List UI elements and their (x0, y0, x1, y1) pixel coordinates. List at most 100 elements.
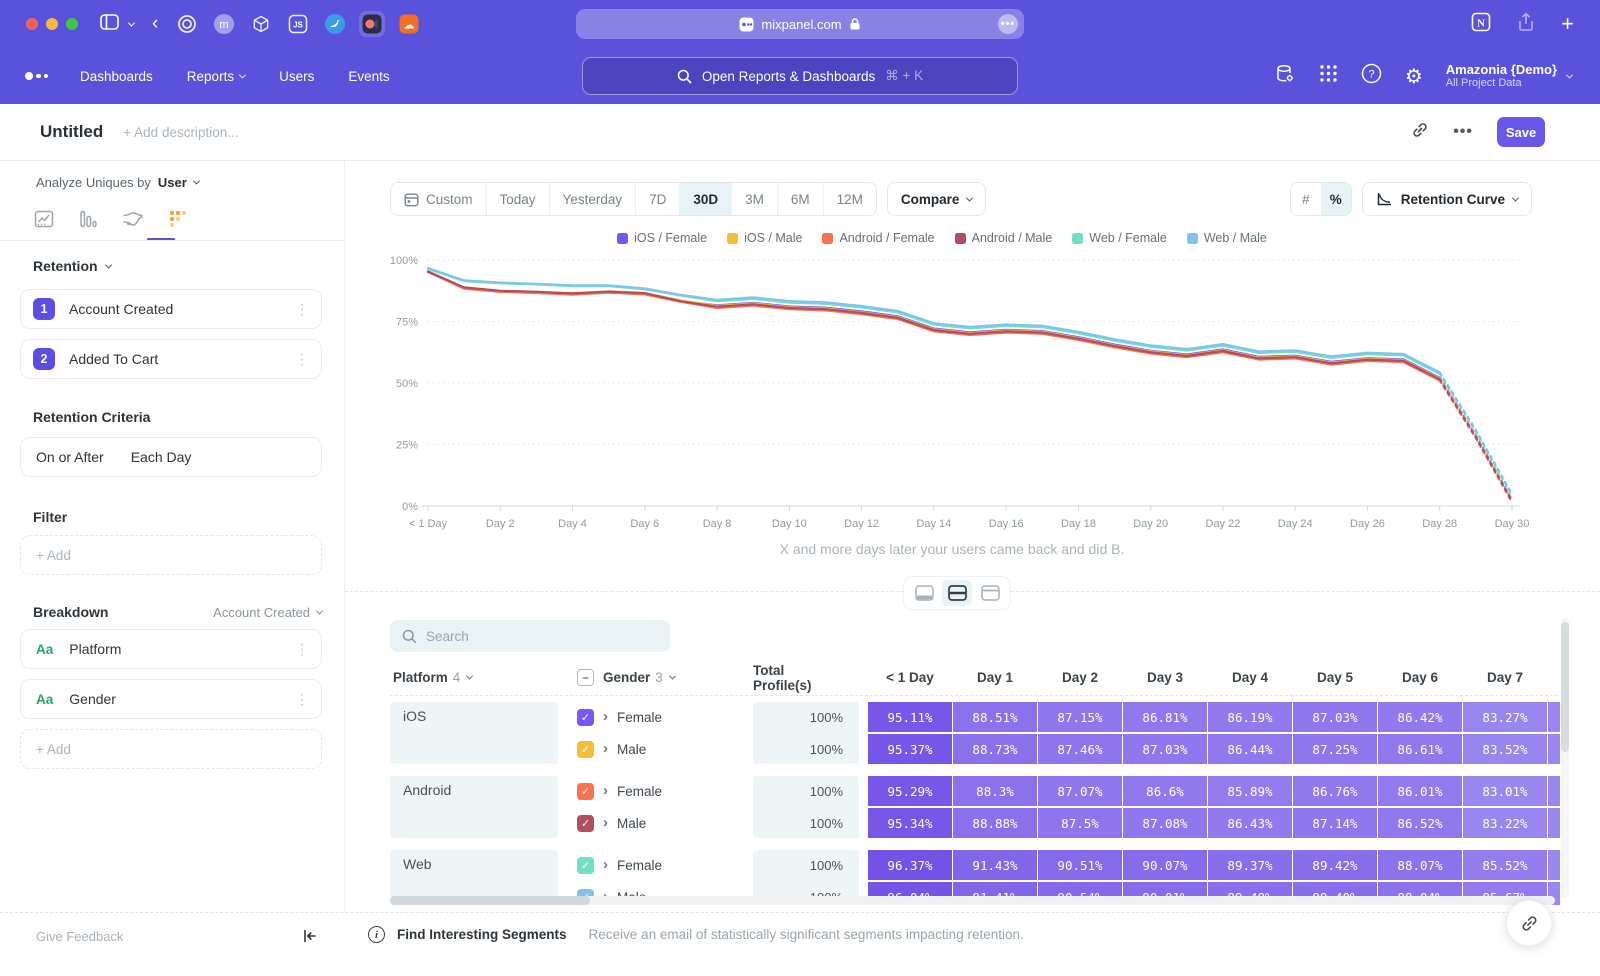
settings-gear-icon[interactable]: ⚙ (1405, 64, 1423, 89)
select-all-checkbox[interactable]: – (577, 669, 594, 686)
row-checkbox[interactable]: ✓ (577, 741, 594, 758)
expand-chevron-icon[interactable]: › (603, 815, 608, 830)
retention-cell[interactable]: 88.88% (953, 808, 1037, 838)
table-search-input[interactable]: Search (390, 620, 670, 652)
retention-cell[interactable]: 87.5% (1038, 808, 1122, 838)
retention-cell[interactable]: 87.08% (1123, 808, 1207, 838)
retention-cell[interactable]: 86.44% (1208, 734, 1292, 764)
retention-line-chart[interactable]: 0%25%50%75%100%< 1 DayDay 2Day 4Day 6Day… (344, 248, 1600, 540)
tab-funnels-icon[interactable] (78, 209, 98, 234)
retention-cell[interactable]: 86.19% (1208, 702, 1292, 732)
expand-chevron-icon[interactable]: › (603, 741, 608, 756)
retention-cell[interactable]: 88.51% (953, 702, 1037, 732)
range-today-button[interactable]: Today (487, 183, 550, 215)
notion-extension-icon[interactable]: N (1471, 12, 1491, 37)
tab-soundcloud-icon[interactable]: ☁ (396, 11, 422, 37)
retention-cell[interactable]: 90.51% (1038, 850, 1122, 880)
range-custom-button[interactable]: Custom (391, 183, 487, 215)
retention-cell[interactable] (1548, 702, 1560, 732)
retention-cell[interactable]: 89.37% (1208, 850, 1292, 880)
maximize-window-button[interactable] (66, 18, 78, 30)
new-tab-icon[interactable]: + (1561, 15, 1574, 33)
retention-cell[interactable]: 86.42% (1378, 702, 1462, 732)
more-options-icon[interactable]: ••• (1453, 123, 1473, 141)
retention-cell[interactable]: 95.29% (868, 776, 952, 806)
retention-cell[interactable]: 83.27% (1463, 702, 1547, 732)
retention-cell[interactable]: 86.52% (1378, 808, 1462, 838)
help-icon[interactable]: ? (1361, 63, 1382, 89)
row-checkbox[interactable]: ✓ (577, 815, 594, 832)
kebab-menu-icon[interactable]: ⋮ (295, 301, 309, 318)
range-6m-button[interactable]: 6M (778, 183, 824, 215)
expand-chevron-icon[interactable]: › (603, 783, 608, 798)
retention-cell[interactable]: 87.15% (1038, 702, 1122, 732)
expand-chevron-icon[interactable]: › (603, 857, 608, 872)
legend-item-ios-male[interactable]: iOS / Male (727, 231, 802, 245)
apps-grid-icon[interactable] (1319, 64, 1338, 88)
range-7d-button[interactable]: 7D (636, 183, 680, 215)
retention-cell[interactable]: 87.07% (1038, 776, 1122, 806)
legend-item-web-male[interactable]: Web / Male (1187, 231, 1267, 245)
retention-cell[interactable]: 96.37% (868, 850, 952, 880)
range-3m-button[interactable]: 3M (732, 183, 778, 215)
layout-split-button[interactable] (942, 580, 972, 606)
address-bar[interactable]: mixpanel.com ••• (576, 9, 1024, 39)
legend-item-android-female[interactable]: Android / Female (822, 231, 934, 245)
tab-bird-icon[interactable] (322, 11, 348, 37)
chart-type-select[interactable]: Retention Curve (1362, 182, 1532, 216)
add-description[interactable]: + Add description... (123, 125, 238, 140)
horizontal-scrollbar[interactable] (390, 896, 1555, 905)
criteria-mode[interactable]: On or After (36, 449, 104, 465)
layout-chart-focus-button[interactable] (909, 580, 939, 606)
vertical-scrollbar[interactable] (1561, 618, 1569, 898)
nav-item-reports[interactable]: Reports (187, 69, 245, 84)
retention-cell[interactable]: 87.14% (1293, 808, 1377, 838)
compare-button[interactable]: Compare (887, 182, 987, 216)
horizontal-scrollbar-thumb[interactable] (390, 896, 590, 905)
analyze-entity-select[interactable]: User (158, 175, 187, 190)
retention-cell[interactable]: 86.43% (1208, 808, 1292, 838)
retention-cell[interactable]: 91.43% (953, 850, 1037, 880)
chevron-down-icon[interactable] (128, 19, 135, 26)
data-management-icon[interactable] (1274, 63, 1296, 90)
minimize-window-button[interactable] (46, 18, 58, 30)
retention-cell[interactable]: 95.37% (868, 734, 952, 764)
row-checkbox[interactable]: ✓ (577, 783, 594, 800)
retention-cell[interactable]: 83.22% (1463, 808, 1547, 838)
retention-cell[interactable]: 83.52% (1463, 734, 1547, 764)
criteria-interval[interactable]: Each Day (131, 449, 192, 465)
nav-item-dashboards[interactable]: Dashboards (80, 69, 153, 84)
tab-insights-icon[interactable] (34, 209, 54, 234)
retention-cell[interactable]: 90.07% (1123, 850, 1207, 880)
nav-item-events[interactable]: Events (348, 69, 389, 84)
collapse-sidebar-icon[interactable] (300, 927, 318, 950)
retention-cell[interactable]: 88.3% (953, 776, 1037, 806)
retention-cell[interactable]: 86.76% (1293, 776, 1377, 806)
layout-table-focus-button[interactable] (975, 580, 1005, 606)
open-reports-search[interactable]: Open Reports & Dashboards ⌘ + K (582, 57, 1018, 95)
retention-cell[interactable]: 83.01% (1463, 776, 1547, 806)
row-checkbox[interactable]: ✓ (577, 709, 594, 726)
kebab-menu-icon[interactable]: ⋮ (295, 641, 309, 658)
retention-cell[interactable] (1548, 850, 1560, 880)
mixpanel-logo-icon[interactable] (25, 72, 48, 80)
kebab-menu-icon[interactable]: ⋮ (295, 691, 309, 708)
nav-item-users[interactable]: Users (279, 69, 314, 84)
tab-flows-icon[interactable] (122, 209, 144, 234)
row-checkbox[interactable]: ✓ (577, 857, 594, 874)
share-icon[interactable] (1517, 12, 1535, 37)
retention-cell[interactable]: 87.03% (1293, 702, 1377, 732)
tab-mixpanel-icon[interactable] (359, 11, 385, 37)
retention-cell[interactable]: 88.73% (953, 734, 1037, 764)
find-segments-title[interactable]: Find Interesting Segments (397, 927, 567, 942)
retention-cell[interactable]: 86.01% (1378, 776, 1462, 806)
close-window-button[interactable] (26, 18, 38, 30)
retention-cell[interactable]: 95.11% (868, 702, 952, 732)
range-12m-button[interactable]: 12M (824, 183, 876, 215)
expand-chevron-icon[interactable]: › (603, 709, 608, 724)
vertical-scrollbar-thumb[interactable] (1561, 622, 1569, 752)
retention-cell[interactable] (1548, 776, 1560, 806)
breakdown-platform[interactable]: AaPlatform⋮ (20, 629, 322, 669)
retention-step-2[interactable]: 2Added To Cart⋮ (20, 339, 322, 379)
tab-retention-icon[interactable] (168, 209, 188, 234)
